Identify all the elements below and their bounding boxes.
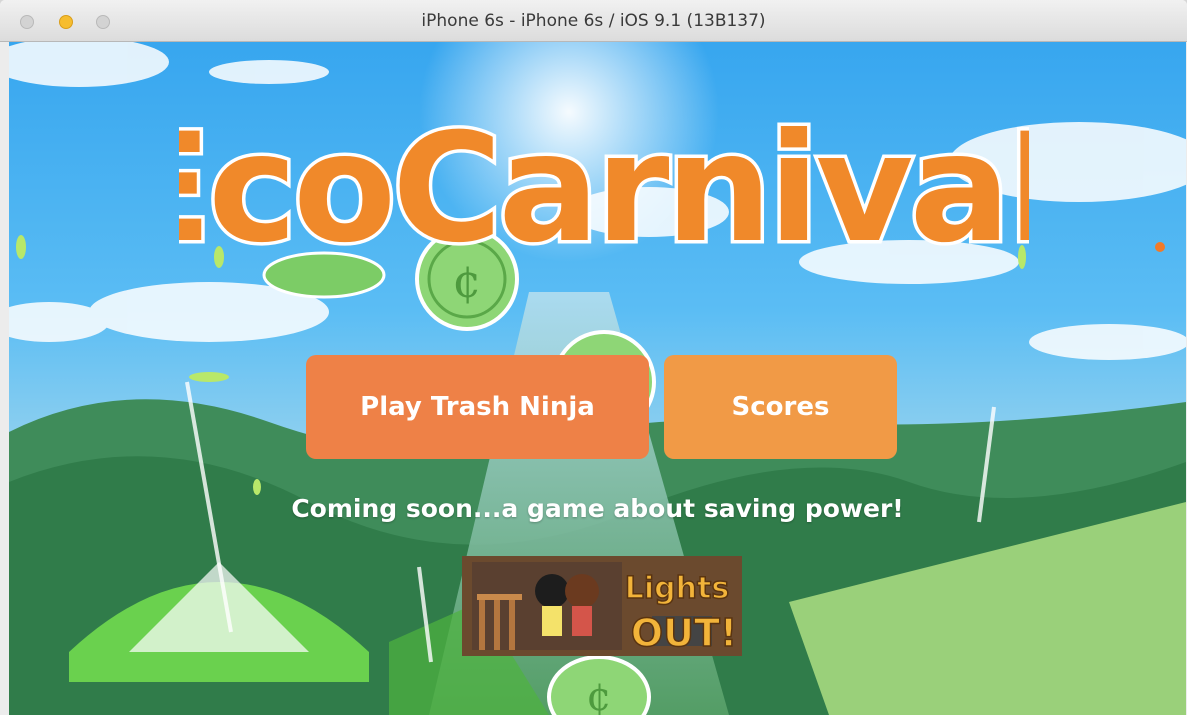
logo-text: EcoCarnivaL xyxy=(179,102,1029,276)
lights-out-banner[interactable]: Lights OUT! xyxy=(462,556,742,656)
window-title: iPhone 6s - iPhone 6s / iOS 9.1 (13B137) xyxy=(421,11,766,31)
banner-title: Lights xyxy=(625,571,729,606)
eco-carnival-logo: EcoCarnivaL xyxy=(179,99,1029,280)
svg-text:OUT!: OUT! xyxy=(631,611,737,655)
coming-soon-text: Coming soon...a game about saving power! xyxy=(291,494,904,523)
svg-text:¢: ¢ xyxy=(586,674,611,715)
scores-button[interactable]: Scores xyxy=(664,355,897,459)
game-screen: ¢ ¢ EcoCarnivaL Play Trash Ninja Scores … xyxy=(9,42,1186,715)
play-trash-ninja-button[interactable]: Play Trash Ninja xyxy=(306,355,649,459)
title-bar[interactable]: iPhone 6s - iPhone 6s / iOS 9.1 (13B137) xyxy=(0,0,1187,42)
simulator-window: iPhone 6s - iPhone 6s / iOS 9.1 (13B137) xyxy=(0,0,1187,715)
